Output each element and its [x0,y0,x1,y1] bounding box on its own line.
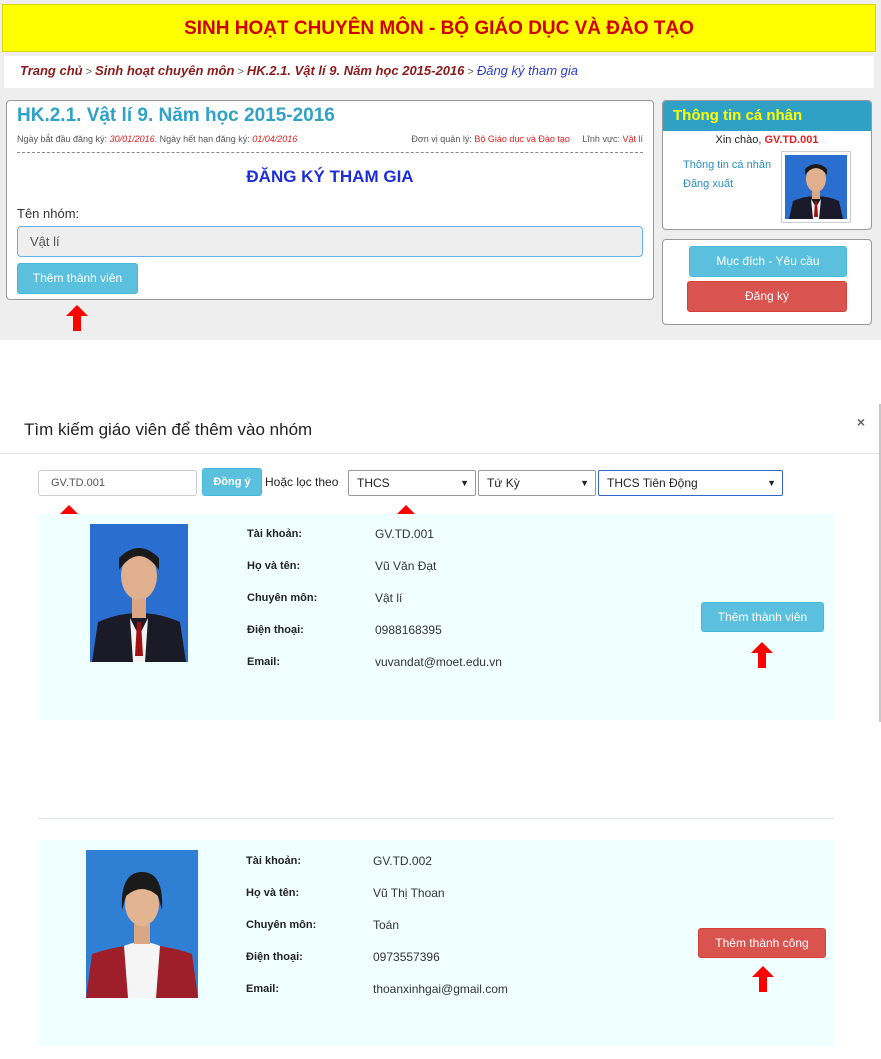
close-icon[interactable]: × [857,414,865,430]
course-register-panel: HK.2.1. Vật lí 9. Năm học 2015-2016 Ngày… [6,100,654,300]
account-value: GV.TD.001 [375,527,434,541]
course-unit: Đơn vị quản lý: Bộ Giáo dục và Đào tạo L… [411,134,643,144]
level-select-value: THCS [357,476,390,490]
teacher-photo [90,524,188,662]
subject-label: Chuyên môn: [246,919,317,931]
site-banner: SINH HOẠT CHUYÊN MÔN - BỘ GIÁO DỤC VÀ ĐÀ… [2,4,876,52]
breadcrumb-separator: > [237,66,244,78]
field-label: Lĩnh vực: [582,134,620,144]
teacher-result-card: Tài khoản: Họ và tên: Chuyên môn: Điện t… [38,840,834,1046]
teacher-result-after-add: Tài khoản: Họ và tên: Chuyên môn: Điện t… [0,818,881,1059]
name-label: Họ và tên: [246,887,300,899]
profile-header: Thông tin cá nhân [663,101,871,131]
email-label: Email: [246,983,280,995]
district-select[interactable]: Tứ Kỳ ▼ [478,470,596,496]
account-value: GV.TD.002 [373,854,432,868]
register-heading: ĐĂNG KÝ THAM GIA [246,167,414,186]
phone-value: 0973557396 [373,950,440,964]
red-arrow-icon [66,305,88,331]
level-select[interactable]: THCS ▼ [348,470,476,496]
teacher-search-input[interactable]: GV.TD.001 [38,470,197,496]
account-label: Tài khoản: [247,528,303,540]
teacher-result-card: Tài khoản: Họ và tên: Chuyên môn: Điện t… [38,514,834,720]
school-select[interactable]: THCS Tiên Động ▼ [598,470,783,496]
profile-avatar [781,151,851,223]
subject-value: Toán [373,918,400,932]
email-value: thoanxinhgai@gmail.com [373,982,508,996]
subject-label: Chuyên môn: [247,592,318,604]
end-date-label: Ngày hết hạn đăng ký: [159,134,250,144]
name-value: Vũ Văn Đạt [375,559,437,573]
unit-value: Bộ Giáo dục và Đào tạo [474,134,570,144]
breadcrumb-home[interactable]: Trang chủ [20,63,83,78]
teacher-search-modal: Tìm kiếm giáo viên để thêm vào nhóm × GV… [0,404,881,722]
account-label: Tài khoản: [246,855,302,867]
breadcrumb-course[interactable]: HK.2.1. Vật lí 9. Năm học 2015-2016 [247,63,465,78]
phone-label: Điện thoại: [247,624,304,636]
name-label: Họ và tên: [247,560,301,572]
greeting-username: GV.TD.001 [764,134,819,146]
course-dates: Ngày bắt đầu đăng ký: 30/01/2016. Ngày h… [17,134,298,144]
breadcrumb-separator: > [467,66,474,78]
greeting: Xin chào, GV.TD.001 [663,134,871,146]
registration-page: SINH HOẠT CHUYÊN MÔN - BỘ GIÁO DỤC VÀ ĐÀ… [0,0,881,340]
filter-label: Hoặc lọc theo [265,475,339,489]
group-name-label: Tên nhóm: [17,206,80,221]
breadcrumb-separator: > [85,66,93,78]
add-member-button[interactable]: Thêm thành viên [17,263,138,294]
profile-panel: Thông tin cá nhân Xin chào, GV.TD.001 Th… [662,100,872,230]
chevron-down-icon: ▼ [767,478,776,488]
start-date-value: 30/01/2016 [109,134,155,144]
email-label: Email: [247,656,281,668]
added-success-button[interactable]: Thêm thành công [698,928,826,958]
divider [38,818,834,819]
chevron-down-icon: ▼ [580,478,589,488]
district-select-value: Tứ Kỳ [487,476,520,490]
start-date-label: Ngày bắt đầu đăng ký: [17,134,108,144]
red-arrow-icon [752,966,774,992]
name-value: Vũ Thị Thoan [373,886,445,900]
modal-divider [0,453,879,454]
breadcrumb-current: Đăng ký tham gia [476,63,578,78]
chevron-down-icon: ▼ [460,478,469,488]
action-panel: Mục đích - Yêu cầu Đăng ký [662,239,872,325]
modal-title: Tìm kiếm giáo viên để thêm vào nhóm [24,420,313,439]
unit-label: Đơn vị quản lý: [411,134,472,144]
breadcrumb: Trang chủ > Sinh hoạt chuyên môn > HK.2.1. V… [4,56,874,88]
teacher-photo [86,850,198,998]
breadcrumb-section[interactable]: Sinh hoạt chuyên môn [95,63,234,78]
course-title: HK.2.1. Vật lí 9. Năm học 2015-2016 [17,105,335,126]
group-name-input[interactable]: Vật lí [17,226,643,257]
phone-label: Điện thoại: [246,951,303,963]
email-value: vuvandat@moet.edu.vn [375,655,502,669]
add-member-button[interactable]: Thêm thành viên [701,602,824,632]
school-select-value: THCS Tiên Động [607,476,698,490]
field-value: Vật lí [622,134,643,144]
subject-value: Vật lí [375,591,403,605]
divider [17,152,643,153]
agree-button[interactable]: Đồng ý [202,468,262,496]
greeting-text: Xin chào, [715,134,762,146]
purpose-button[interactable]: Mục đích - Yêu cầu [689,246,847,277]
profile-info-link[interactable]: Thông tin cá nhân [683,159,771,171]
logout-link[interactable]: Đăng xuất [683,178,733,190]
register-button[interactable]: Đăng ký [687,281,847,312]
red-arrow-icon [751,642,773,668]
end-date-value: 01/04/2016 [252,134,298,144]
phone-value: 0988168395 [375,623,442,637]
